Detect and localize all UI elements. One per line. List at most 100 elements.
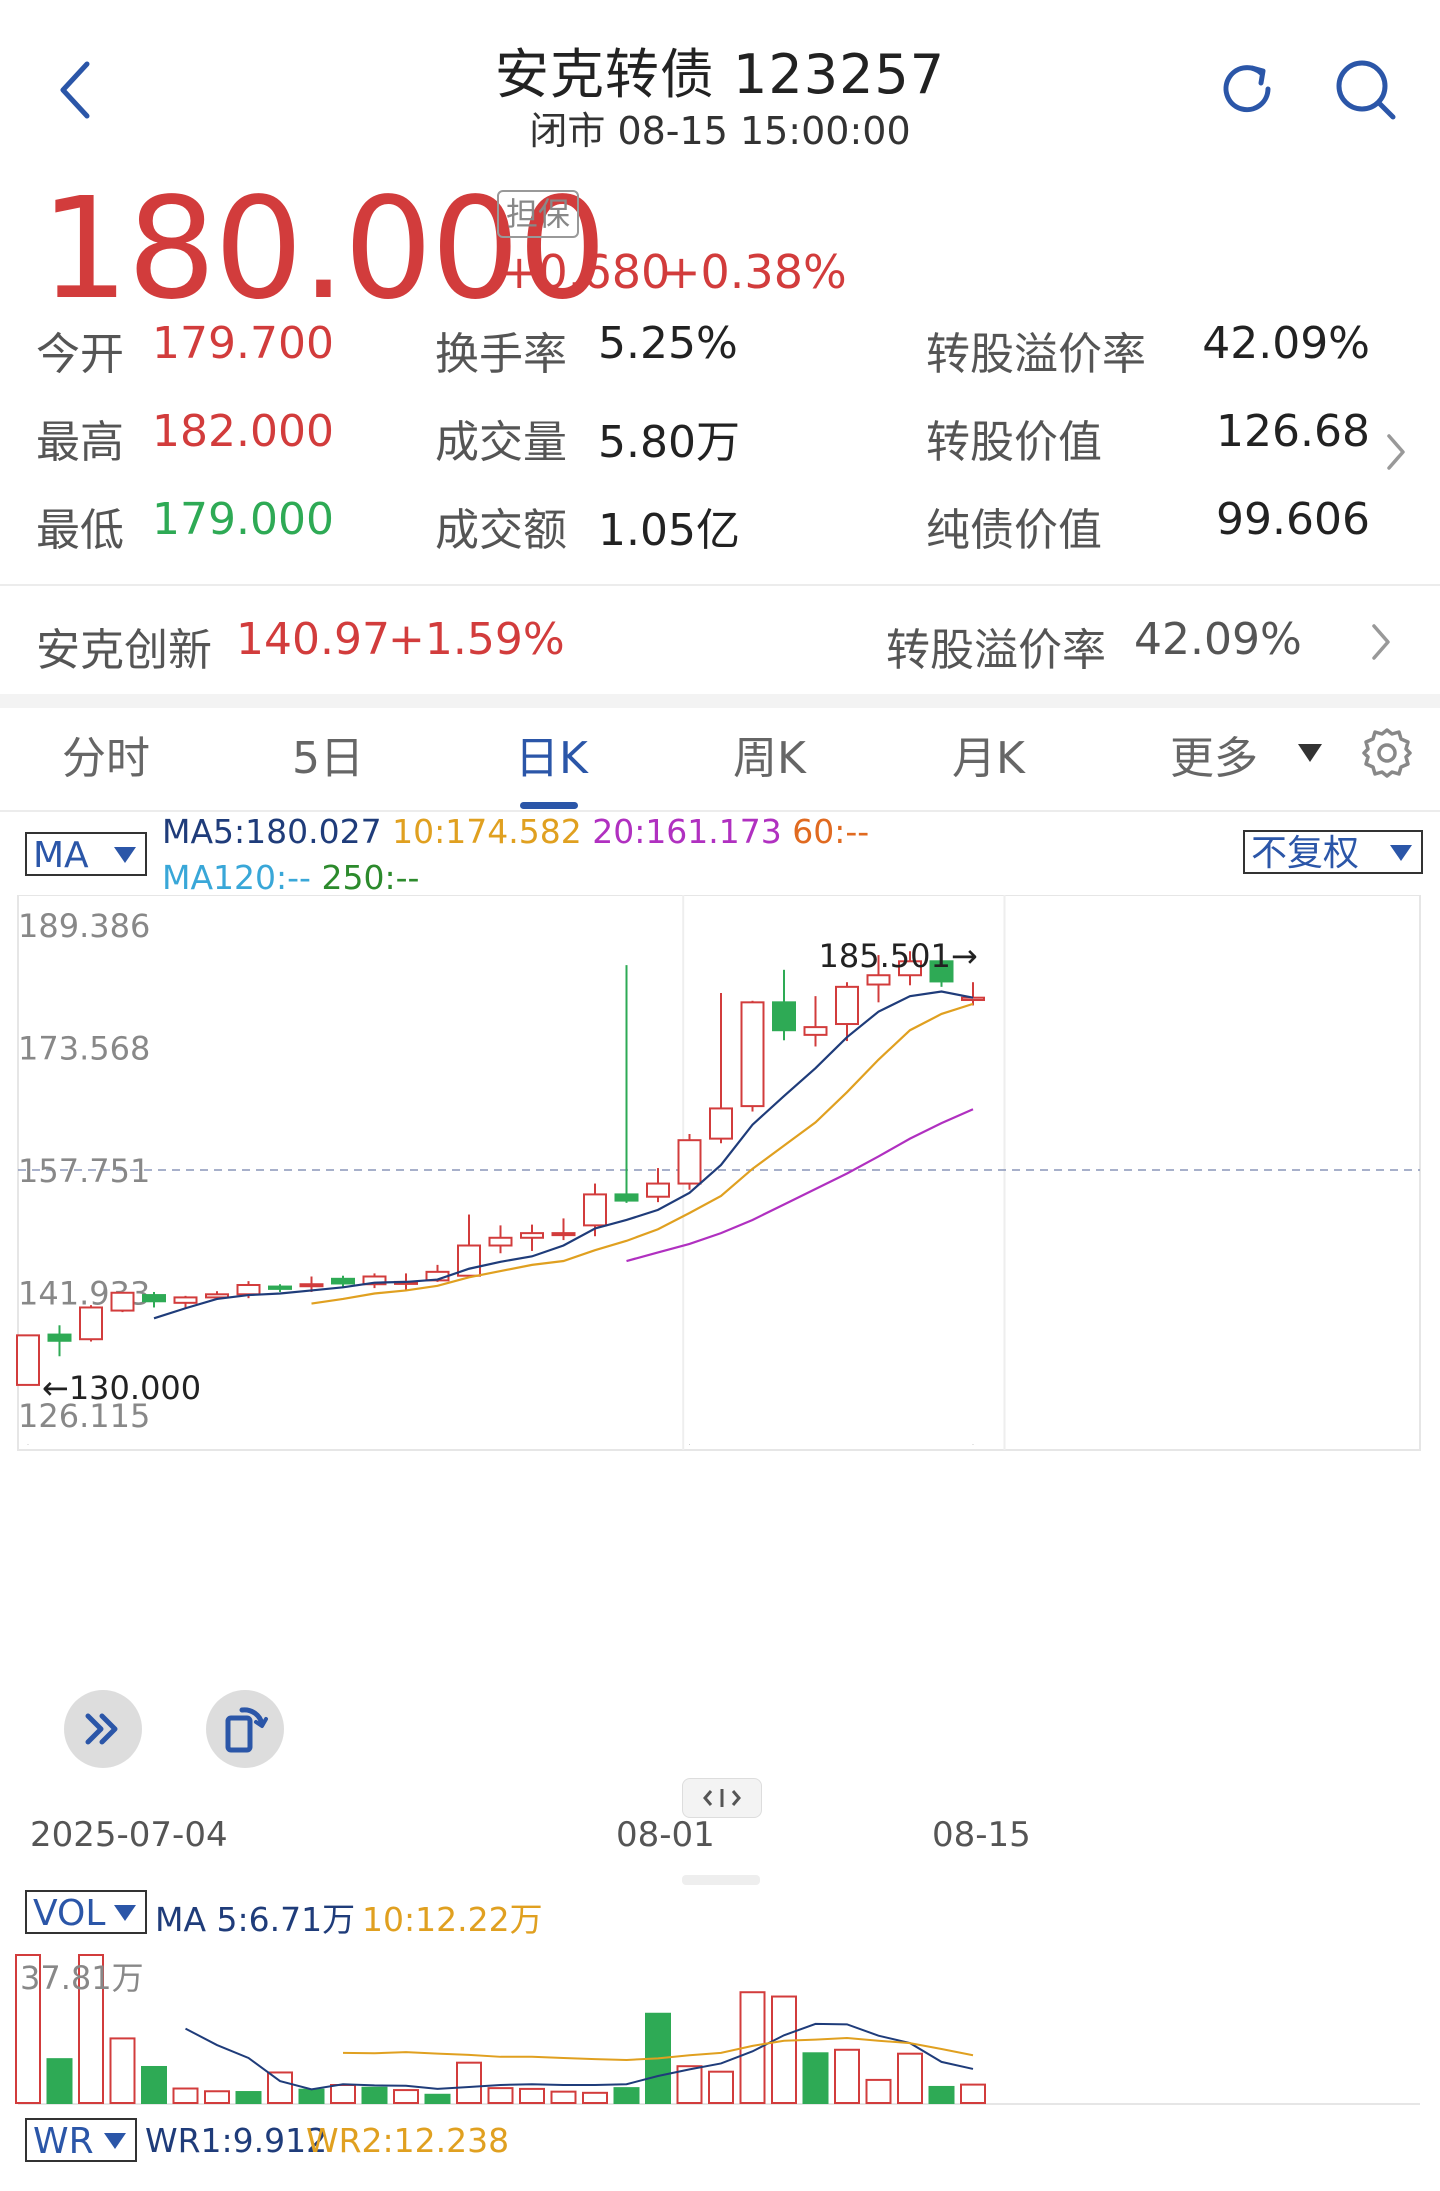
- scroll-track[interactable]: [682, 1875, 760, 1885]
- candle-body: [866, 974, 891, 986]
- stat-value-amount: 1.05亿: [598, 505, 740, 556]
- candle-body: [709, 1107, 733, 1140]
- volume-bar: [928, 2085, 955, 2105]
- y-tick-label: 157.751: [18, 1152, 150, 1190]
- candle-body: [740, 1001, 765, 1108]
- ma-values-row2: MA120:-- 250:--: [162, 858, 419, 897]
- candle: [331, 1275, 355, 1287]
- dropdown-triangle-icon: [114, 1905, 136, 1921]
- candle-body: [835, 985, 859, 1026]
- y-tick-label: 189.386: [18, 907, 150, 945]
- x-label-mid: 08-01: [616, 1815, 715, 1855]
- tab-intraday[interactable]: 分时: [62, 722, 150, 786]
- volume-bar: [46, 2058, 73, 2104]
- rotate-screen-button[interactable]: [206, 1690, 284, 1768]
- dropdown-triangle-icon[interactable]: [1296, 742, 1324, 764]
- volume-bar: [204, 2090, 230, 2105]
- chart-scroll-handle[interactable]: [682, 1778, 762, 1818]
- candle-body: [614, 1193, 639, 1202]
- candle-body: [173, 1296, 198, 1304]
- stat-label-amount: 成交额: [435, 505, 567, 556]
- ma120-value: MA120:--: [162, 858, 311, 897]
- volume-bar: [582, 2091, 608, 2105]
- active-tab-indicator: [520, 802, 578, 809]
- volume-indicator-select[interactable]: VOL: [25, 1890, 147, 1934]
- guarantee-badge: 担保: [497, 190, 579, 238]
- tab-monthly-k[interactable]: 月K: [952, 722, 1025, 786]
- wr-indicator-label: WR: [33, 2121, 94, 2162]
- ma20-value: 20:161.173: [592, 812, 782, 851]
- stat-value-premium: 42.09%: [1202, 318, 1370, 369]
- tab-5day[interactable]: 5日: [292, 722, 364, 786]
- dropdown-triangle-icon: [114, 847, 136, 863]
- volume-bar: [456, 2061, 482, 2104]
- min-price-marker: ←130.000: [42, 1369, 201, 1407]
- dropdown-triangle-icon: [104, 2133, 126, 2149]
- chart-frame: [17, 895, 1421, 1451]
- volume-bar: [708, 2070, 734, 2104]
- search-icon[interactable]: [1330, 54, 1402, 126]
- candle-body: [677, 1139, 702, 1185]
- candlestick-chart[interactable]: 189.386173.568157.751141.933126.115185.5…: [0, 895, 1440, 1455]
- tab-weekly-k[interactable]: 周K: [733, 722, 806, 786]
- refresh-icon[interactable]: [1214, 56, 1280, 122]
- ma-indicator-select[interactable]: MA: [25, 832, 147, 876]
- gear-icon[interactable]: [1358, 724, 1416, 782]
- volume-bar: [172, 2087, 199, 2104]
- volume-bar: [330, 2083, 356, 2105]
- volume-bar: [897, 2052, 923, 2105]
- volume-indicator-label: VOL: [33, 1893, 106, 1934]
- wr-indicator-select[interactable]: WR: [25, 2118, 137, 2162]
- candle-body: [646, 1182, 670, 1198]
- section-gap: [0, 694, 1440, 708]
- tab-more[interactable]: 更多: [1170, 722, 1258, 786]
- tab-daily-k[interactable]: 日K: [515, 722, 588, 786]
- ma-values-row1: MA5:180.027 10:174.582 20:161.173 60:--: [162, 812, 869, 851]
- stat-label-premium: 转股溢价率: [926, 329, 1146, 380]
- wr1-value: WR1:9.912: [145, 2121, 328, 2160]
- candle: [362, 1273, 387, 1289]
- vol-ma10-value: 10:12.22万: [362, 1900, 543, 1939]
- expand-fast-forward-button[interactable]: [64, 1690, 142, 1768]
- candle-body: [331, 1277, 355, 1285]
- volume-bar: [865, 2078, 892, 2104]
- underlying-premium-value: 42.09%: [1134, 614, 1302, 665]
- volume-bar: [361, 2086, 388, 2104]
- wr2-value: WR2:12.238: [306, 2121, 510, 2160]
- candle-body: [488, 1236, 513, 1247]
- stat-value-low: 179.000: [152, 494, 334, 545]
- stat-value-high: 182.000: [152, 406, 334, 457]
- candle: [961, 982, 985, 1006]
- volume-bar: [834, 2048, 860, 2104]
- underlying-name: 安克创新: [36, 625, 212, 676]
- chevron-right-icon[interactable]: [1385, 432, 1407, 472]
- chevron-right-icon: [1372, 624, 1390, 660]
- drag-arrows-icon: [703, 1789, 741, 1807]
- candle-body: [79, 1306, 103, 1341]
- ma-indicator-label: MA: [33, 835, 89, 876]
- underlying-stock-row[interactable]: 安克创新 140.97 +1.59% 转股溢价率 42.09%: [0, 586, 1440, 694]
- candle: [677, 1133, 702, 1190]
- volume-bar: [393, 2089, 419, 2104]
- candle: [803, 996, 828, 1047]
- underlying-change-pct: +1.59%: [388, 614, 565, 665]
- candle: [47, 1325, 72, 1357]
- ma20-line: [626, 1108, 974, 1263]
- volume-bar: [613, 2087, 640, 2104]
- candle: [268, 1284, 292, 1292]
- adjust-select[interactable]: 不复权: [1243, 830, 1423, 874]
- ma5-value: MA5:180.027: [162, 812, 382, 851]
- candle-body: [236, 1284, 261, 1296]
- stat-label-low: 最低: [36, 505, 124, 556]
- candle: [709, 993, 733, 1144]
- stat-label-high: 最高: [36, 417, 124, 468]
- stat-value-bond-value: 99.606: [1216, 494, 1370, 545]
- stat-label-open: 今开: [36, 329, 124, 380]
- candle-body: [803, 1026, 828, 1036]
- underlying-premium-label: 转股溢价率: [886, 625, 1106, 676]
- ma250-value: 250:--: [321, 858, 420, 897]
- volume-chart[interactable]: 37.81万: [0, 1945, 1440, 2108]
- volume-bar: [235, 2091, 262, 2104]
- volume-bar: [267, 2071, 293, 2104]
- candle-body: [16, 1334, 40, 1386]
